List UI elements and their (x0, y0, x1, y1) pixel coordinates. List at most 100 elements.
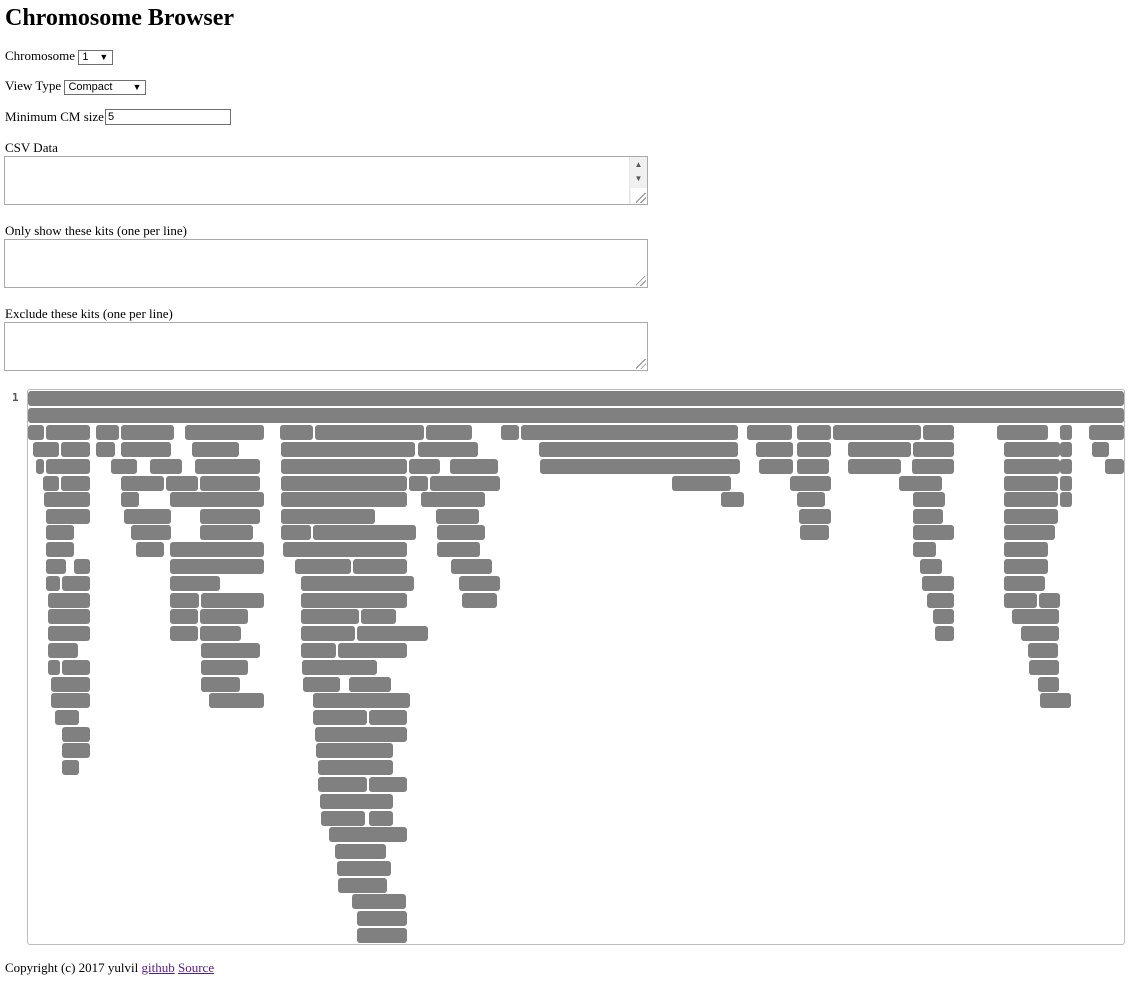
match-segment[interactable] (46, 576, 60, 591)
match-segment[interactable] (421, 492, 485, 507)
match-segment[interactable] (430, 476, 500, 491)
match-segment[interactable] (46, 542, 74, 557)
match-segment[interactable] (301, 609, 359, 624)
match-segment[interactable] (201, 593, 264, 608)
match-segment[interactable] (923, 425, 954, 440)
match-segment[interactable] (313, 710, 367, 725)
match-segment[interactable] (721, 492, 744, 507)
match-segment[interactable] (46, 425, 90, 440)
source-link[interactable]: Source (178, 960, 214, 975)
match-segment[interactable] (28, 391, 1124, 406)
match-segment[interactable] (338, 643, 407, 658)
match-segment[interactable] (357, 928, 407, 943)
match-segment[interactable] (913, 492, 945, 507)
match-segment[interactable] (170, 559, 264, 574)
match-segment[interactable] (913, 509, 943, 524)
match-segment[interactable] (302, 660, 377, 675)
match-segment[interactable] (756, 442, 793, 457)
match-segment[interactable] (1039, 593, 1060, 608)
match-segment[interactable] (131, 525, 171, 540)
match-segment[interactable] (790, 476, 831, 491)
match-segment[interactable] (797, 459, 829, 474)
match-segment[interactable] (462, 593, 497, 608)
match-segment[interactable] (62, 576, 90, 591)
match-segment[interactable] (759, 459, 793, 474)
match-segment[interactable] (43, 476, 59, 491)
match-segment[interactable] (352, 894, 406, 909)
match-segment[interactable] (1038, 677, 1059, 692)
csv-textarea[interactable]: ▲ ▼ (4, 156, 648, 205)
match-segment[interactable] (33, 442, 59, 457)
match-segment[interactable] (62, 760, 79, 775)
match-segment[interactable] (295, 559, 351, 574)
match-segment[interactable] (185, 425, 264, 440)
match-segment[interactable] (61, 442, 90, 457)
match-segment[interactable] (437, 542, 480, 557)
match-segment[interactable] (46, 459, 90, 474)
match-segment[interactable] (1004, 492, 1058, 507)
match-segment[interactable] (369, 811, 393, 826)
match-segment[interactable] (329, 827, 407, 842)
scroll-down-icon[interactable]: ▼ (630, 172, 647, 186)
match-segment[interactable] (1060, 425, 1072, 440)
match-segment[interactable] (51, 677, 90, 692)
match-segment[interactable] (200, 476, 260, 491)
match-segment[interactable] (797, 442, 831, 457)
match-segment[interactable] (1060, 476, 1072, 491)
match-segment[interactable] (48, 593, 90, 608)
match-segment[interactable] (920, 559, 942, 574)
match-segment[interactable] (55, 710, 79, 725)
match-segment[interactable] (426, 425, 472, 440)
match-segment[interactable] (313, 693, 410, 708)
match-segment[interactable] (318, 760, 393, 775)
match-segment[interactable] (48, 660, 60, 675)
match-segment[interactable] (349, 677, 391, 692)
match-segment[interactable] (1004, 476, 1058, 491)
match-segment[interactable] (170, 593, 199, 608)
match-segment[interactable] (121, 425, 174, 440)
match-segment[interactable] (200, 509, 260, 524)
match-segment[interactable] (280, 425, 313, 440)
match-segment[interactable] (121, 442, 171, 457)
match-segment[interactable] (1004, 576, 1045, 591)
match-segment[interactable] (281, 459, 407, 474)
match-segment[interactable] (301, 643, 336, 658)
match-segment[interactable] (44, 492, 90, 507)
match-segment[interactable] (997, 425, 1048, 440)
only-kits-textarea[interactable] (4, 239, 648, 288)
match-segment[interactable] (848, 459, 901, 474)
match-segment[interactable] (912, 459, 954, 474)
match-segment[interactable] (913, 542, 936, 557)
match-segment[interactable] (848, 442, 911, 457)
match-segment[interactable] (96, 425, 119, 440)
match-segment[interactable] (321, 811, 365, 826)
match-segment[interactable] (201, 677, 240, 692)
match-segment[interactable] (62, 727, 90, 742)
match-segment[interactable] (281, 492, 407, 507)
view-type-select[interactable]: Compact ▼ (64, 79, 147, 95)
exclude-kits-textarea[interactable] (4, 322, 648, 371)
match-segment[interactable] (1028, 643, 1058, 658)
match-segment[interactable] (335, 844, 386, 859)
match-segment[interactable] (201, 660, 248, 675)
match-segment[interactable] (1004, 509, 1058, 524)
match-segment[interactable] (315, 727, 407, 742)
match-segment[interactable] (124, 509, 171, 524)
match-segment[interactable] (51, 693, 90, 708)
match-segment[interactable] (281, 509, 375, 524)
match-segment[interactable] (899, 476, 942, 491)
match-segment[interactable] (1021, 626, 1059, 641)
match-segment[interactable] (301, 576, 414, 591)
resize-grip-icon[interactable] (636, 276, 646, 286)
match-segment[interactable] (913, 525, 954, 540)
match-segment[interactable] (409, 459, 440, 474)
scroll-up-icon[interactable]: ▲ (630, 158, 647, 172)
match-segment[interactable] (28, 425, 44, 440)
chromosome-select[interactable]: 1 ▼ (78, 49, 114, 65)
match-segment[interactable] (1040, 693, 1071, 708)
match-segment[interactable] (1060, 459, 1072, 474)
match-segment[interactable] (136, 542, 164, 557)
match-segment[interactable] (315, 425, 424, 440)
match-segment[interactable] (121, 492, 139, 507)
match-segment[interactable] (201, 643, 260, 658)
